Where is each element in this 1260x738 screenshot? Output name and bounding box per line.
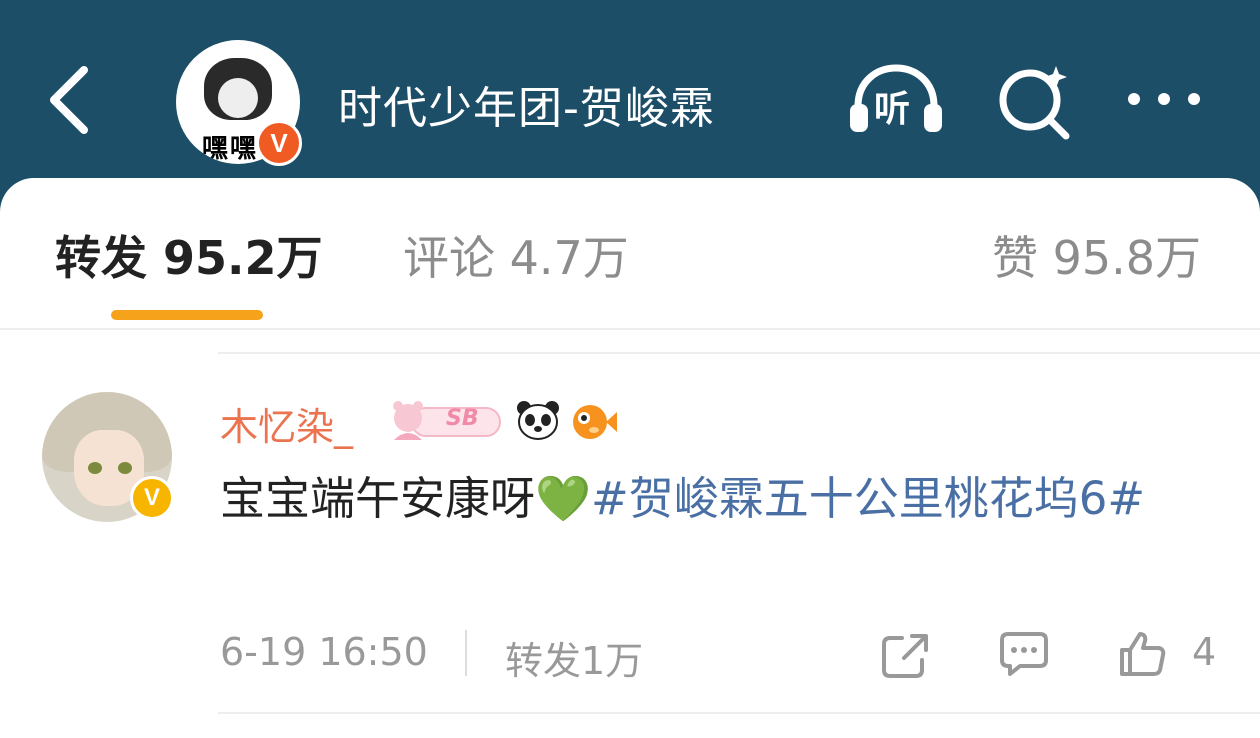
green-heart-emoji: 💚: [535, 472, 592, 525]
share-icon: [882, 634, 928, 678]
comment-bubble-icon: [1000, 632, 1048, 676]
back-button[interactable]: [40, 60, 100, 140]
listen-button[interactable]: 听: [848, 62, 944, 134]
comment-hashtag-link[interactable]: #贺峻霖五十公里桃花坞6#: [591, 472, 1145, 525]
tab-likes[interactable]: 赞 95.8万: [992, 222, 1201, 288]
commenter-avatar[interactable]: V: [42, 392, 174, 522]
like-count: 4: [1192, 630, 1217, 674]
top-bar: 嘿嘿 V 时代少年团-贺峻霖 听: [0, 0, 1260, 190]
share-button[interactable]: [880, 630, 930, 680]
verified-badge: V: [256, 120, 302, 166]
thumbs-up-icon: [1120, 632, 1166, 676]
author-avatar[interactable]: 嘿嘿 V: [176, 40, 302, 166]
tab-reposts[interactable]: 转发 95.2万: [55, 222, 323, 288]
panda-icon: [517, 401, 559, 440]
sb-badge-text: SB: [446, 406, 479, 431]
panda-badge: [516, 400, 560, 440]
comment-button[interactable]: [998, 630, 1050, 680]
comment-timestamp: 6-19 16:50: [220, 630, 428, 674]
tabs-divider: [0, 328, 1260, 330]
comment-text: 宝宝端午安康呀: [220, 472, 536, 525]
puffer-fish-icon: [573, 405, 617, 439]
comment-bottom-divider: [218, 712, 1260, 714]
like-button[interactable]: [1116, 628, 1168, 680]
avatar-text: 嘿嘿: [202, 134, 259, 164]
listen-label: 听: [874, 89, 911, 130]
active-tab-indicator: [111, 310, 263, 320]
page-title[interactable]: 时代少年团-贺峻霖: [338, 72, 715, 136]
search-icon: [999, 66, 1070, 140]
repost-count-link[interactable]: 转发1万: [505, 630, 643, 685]
commenter-username[interactable]: 木忆染_: [220, 396, 353, 451]
meta-separator: [465, 630, 467, 676]
search-button[interactable]: [996, 62, 1074, 140]
more-dots-icon: [1128, 93, 1200, 105]
list-top-divider: [218, 352, 1260, 354]
fish-badge: [570, 400, 618, 440]
comment-body: 宝宝端午安康呀💚#贺峻霖五十公里桃花坞6#: [220, 470, 1200, 528]
back-arrow-icon: [50, 66, 88, 134]
commenter-verified-badge: V: [130, 476, 174, 520]
more-button[interactable]: [1124, 86, 1204, 112]
sb-badge-sticker: SB: [388, 400, 504, 440]
tab-comments[interactable]: 评论 4.7万: [403, 222, 629, 288]
